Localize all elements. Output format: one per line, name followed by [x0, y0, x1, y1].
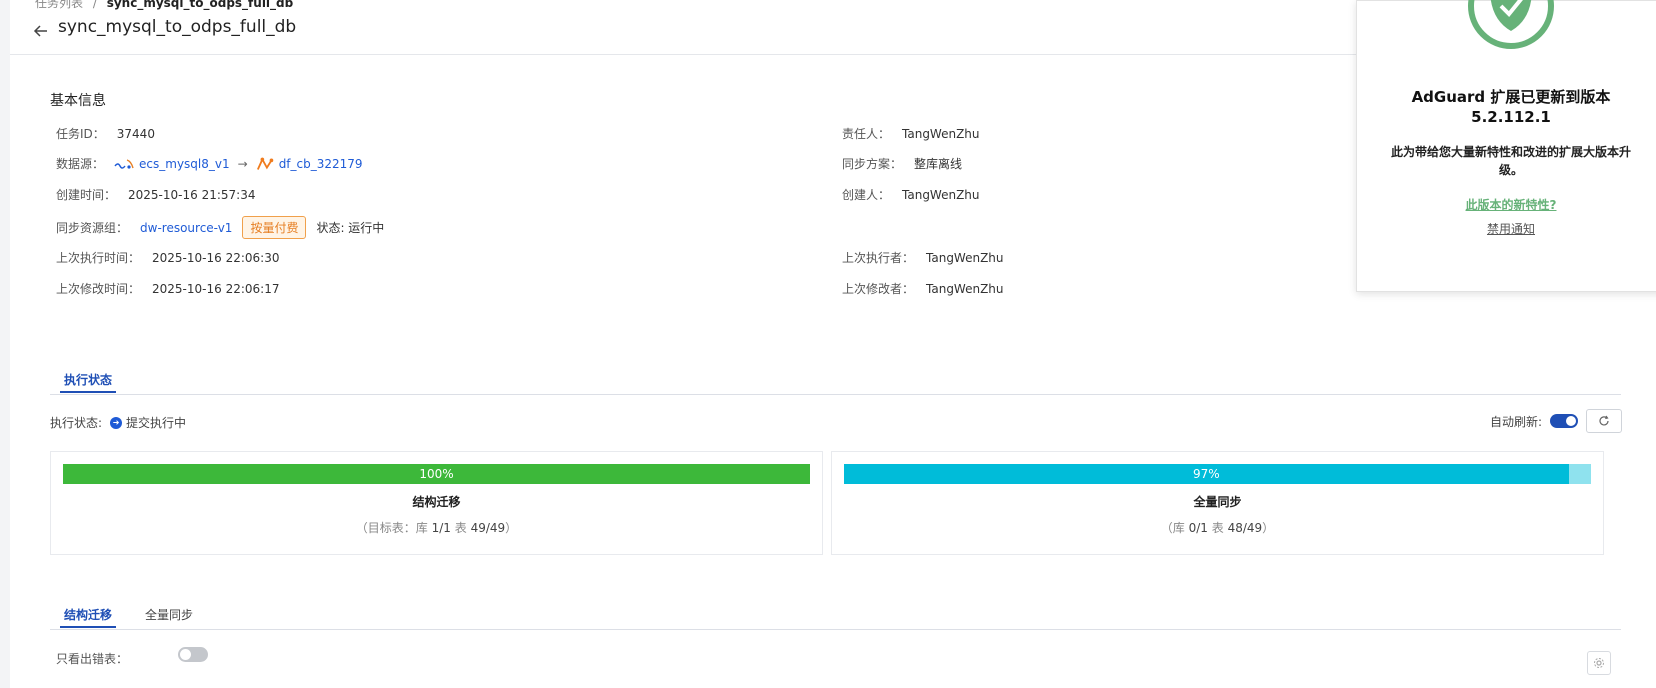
adguard-shield-icon: [1468, 0, 1554, 49]
adguard-disable-notifications-link[interactable]: 禁用通知: [1357, 220, 1656, 237]
mysql-icon: [114, 158, 134, 169]
error-filter-label: 只看出错表：: [56, 652, 129, 666]
last-modified-time-value: 2025-10-16 22:06:17: [152, 281, 280, 296]
datasource-row: 数据源： ecs_mysql8_v1 → df_cb_322179: [56, 155, 363, 172]
error-only-toggle[interactable]: [178, 647, 208, 662]
created-time-value: 2025-10-16 21:57:34: [128, 187, 256, 202]
progress-bar-fill: 97%: [844, 464, 1569, 484]
exec-status-line: 执行状态: ➜ 提交执行中: [50, 414, 186, 431]
breadcrumb-parent[interactable]: 任务列表: [35, 0, 83, 10]
target-datasource-link[interactable]: df_cb_322179: [279, 157, 363, 171]
tab-exec-status[interactable]: 执行状态: [60, 368, 117, 393]
basic-info-title: 基本信息: [50, 93, 106, 109]
last-exec-time-row: 上次执行时间： 2025-10-16 22:06:30: [56, 249, 279, 266]
last-exec-time-value: 2025-10-16 22:06:30: [152, 250, 280, 265]
submitting-status-icon: ➜: [110, 416, 123, 429]
last-executor-value: TangWenZhu: [926, 250, 1004, 265]
breadcrumb-separator: /: [92, 0, 97, 10]
owner-value: TangWenZhu: [902, 126, 980, 141]
task-id-row: 任务ID： 37440: [56, 125, 155, 142]
auto-refresh-control: 自动刷新:: [1490, 409, 1622, 433]
task-detail-page: 任务列表 / sync_mysql_to_odps_full_db sync_m…: [10, 0, 1656, 688]
resource-group-status: 状态: 运行中: [316, 221, 385, 235]
last-modified-time-label: 上次修改时间：: [56, 282, 141, 296]
progress-bar: 100%: [63, 464, 810, 484]
resource-group-label: 同步资源组：: [56, 221, 129, 235]
source-datasource-link[interactable]: ecs_mysql8_v1: [139, 157, 230, 171]
created-time-label: 创建时间：: [56, 188, 117, 202]
auto-refresh-toggle[interactable]: [1550, 414, 1578, 428]
sync-plan-label: 同步方案：: [842, 157, 903, 171]
last-modifier-row: 上次修改者： TangWenZhu: [842, 280, 1004, 297]
creator-value: TangWenZhu: [902, 187, 980, 202]
created-time-row: 创建时间： 2025-10-16 21:57:34: [56, 186, 255, 203]
sync-plan-row: 同步方案： 整库离线: [842, 155, 962, 172]
full-sync-card: 97% 全量同步 （库 0/1 表 48/49）: [831, 451, 1604, 555]
exec-status-value: 提交执行中: [126, 416, 187, 430]
resource-group-link[interactable]: dw-resource-v1: [140, 221, 232, 235]
adguard-update-popup: AdGuard 扩展已更新到版本 5.2.112.1 此为带给您大量新特性和改进…: [1356, 0, 1656, 292]
datasource-label: 数据源：: [56, 157, 105, 171]
adguard-whats-new-link[interactable]: 此版本的新特性?: [1357, 196, 1656, 213]
creator-row: 创建人： TangWenZhu: [842, 186, 980, 203]
refresh-button[interactable]: [1586, 409, 1622, 433]
task-id-value: 37440: [116, 126, 155, 141]
page-title: sync_mysql_to_odps_full_db: [58, 17, 297, 37]
last-modifier-value: TangWenZhu: [926, 281, 1004, 296]
card-subtitle: （库 0/1 表 48/49）: [1160, 521, 1275, 535]
tab-schema-migration[interactable]: 结构迁移: [60, 603, 117, 628]
error-filter-row: 只看出错表：: [56, 650, 140, 667]
last-exec-time-label: 上次执行时间：: [56, 251, 141, 265]
tab-full-sync[interactable]: 全量同步: [141, 603, 197, 626]
breadcrumb: 任务列表 / sync_mysql_to_odps_full_db: [35, 0, 293, 11]
gear-icon: [1594, 658, 1604, 668]
exec-status-label: 执行状态:: [50, 416, 103, 430]
progress-percent: 97%: [1192, 467, 1220, 481]
progress-bar-fill: 100%: [63, 464, 810, 484]
resource-group-row: 同步资源组： dw-resource-v1 按量付费 状态: 运行中: [56, 216, 384, 239]
last-executor-label: 上次执行者：: [842, 251, 915, 265]
creator-label: 创建人：: [842, 188, 891, 202]
last-modifier-label: 上次修改者：: [842, 282, 915, 296]
progress-bar: 97%: [844, 464, 1591, 484]
refresh-icon: [1599, 415, 1609, 426]
billing-tag: 按量付费: [242, 216, 307, 239]
detail-tabs: 结构迁移 全量同步: [50, 603, 1621, 630]
adguard-description: 此为带给您大量新特性和改进的扩展大版本升级。: [1390, 145, 1631, 177]
breadcrumb-current: sync_mysql_to_odps_full_db: [106, 0, 294, 10]
progress-percent: 100%: [419, 467, 454, 481]
card-subtitle: （目标表：库 1/1 表 49/49）: [355, 521, 518, 535]
card-title: 全量同步: [1193, 495, 1242, 509]
last-modified-time-row: 上次修改时间： 2025-10-16 22:06:17: [56, 280, 279, 297]
auto-refresh-label: 自动刷新:: [1489, 414, 1542, 429]
back-arrow-icon[interactable]: [32, 22, 50, 40]
datasource-arrow: →: [237, 156, 248, 171]
exec-status-tabs: 执行状态: [50, 368, 1621, 395]
schema-migration-card: 100% 结构迁移 （目标表：库 1/1 表 49/49）: [50, 451, 823, 555]
owner-label: 责任人：: [842, 127, 891, 141]
adguard-title: AdGuard 扩展已更新到版本 5.2.112.1: [1411, 88, 1611, 126]
odps-icon: [256, 156, 273, 170]
table-settings-button[interactable]: [1587, 651, 1611, 675]
last-executor-row: 上次执行者： TangWenZhu: [842, 249, 1004, 266]
task-id-label: 任务ID：: [56, 127, 105, 141]
card-title: 结构迁移: [412, 495, 461, 509]
owner-row: 责任人： TangWenZhu: [842, 125, 980, 142]
sync-plan-value: 整库离线: [914, 157, 963, 171]
